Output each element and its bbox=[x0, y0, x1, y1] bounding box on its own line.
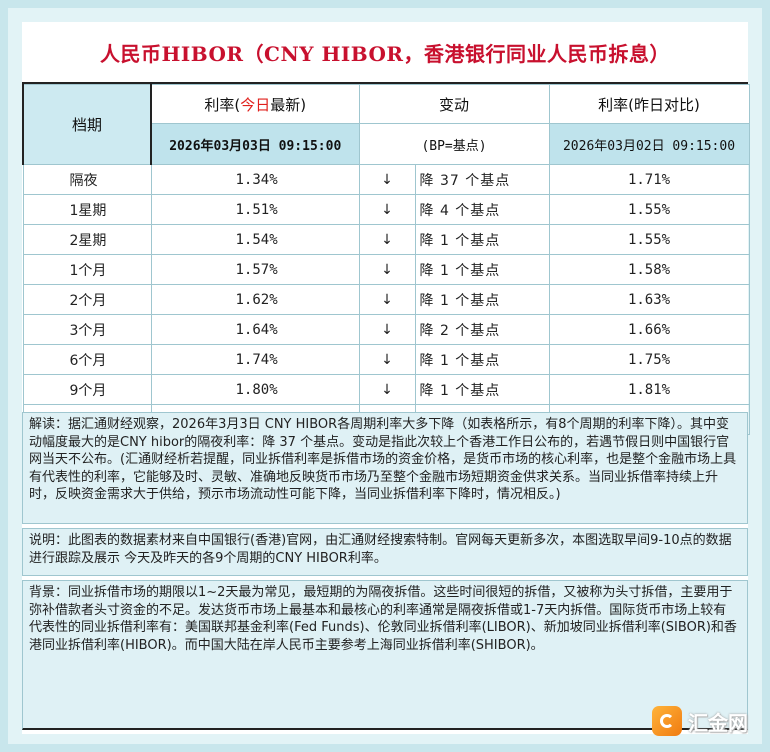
header-rate-prev: 利率(昨日对比) bbox=[548, 84, 750, 124]
change-cell: 降 1 个基点 bbox=[414, 254, 550, 285]
table-row: 6个月 1.74% ↓ 降 1 个基点 1.75% bbox=[22, 344, 750, 375]
source-note: 说明：此图表的数据素材来自中国银行(香港)官网，由汇通财经搜索特制。官网每天更新… bbox=[22, 528, 748, 576]
prev-rate-cell: 1.58% bbox=[548, 254, 750, 285]
logo-text: 汇金网 bbox=[688, 710, 748, 735]
rate-cell: 1.80% bbox=[150, 374, 360, 405]
change-cell: 降 4 个基点 bbox=[414, 194, 550, 225]
table-row: 9个月 1.80% ↓ 降 1 个基点 1.81% bbox=[22, 374, 750, 405]
content-panel: 人民币HIBOR（CNY HIBOR，香港银行同业人民币拆息） 档期 利率(今日… bbox=[22, 22, 750, 734]
page-title: 人民币HIBOR（CNY HIBOR，香港银行同业人民币拆息） bbox=[99, 41, 671, 66]
header-rate-today: 利率(今日最新) bbox=[150, 84, 360, 124]
header-rate-highlight: 今日 bbox=[240, 95, 271, 114]
rate-cell: 1.74% bbox=[150, 344, 360, 375]
rate-cell: 1.64% bbox=[150, 314, 360, 345]
header-rate-suffix: 最新) bbox=[270, 95, 307, 114]
change-cell: 降 1 个基点 bbox=[414, 284, 550, 315]
rate-cell: 1.57% bbox=[150, 254, 360, 285]
table-row: 1个月 1.57% ↓ 降 1 个基点 1.58% bbox=[22, 254, 750, 285]
down-arrow-icon: ↓ bbox=[358, 344, 416, 375]
down-arrow-icon: ↓ bbox=[358, 374, 416, 405]
header-rate-prefix: 利率( bbox=[204, 95, 241, 114]
header-prev-time: 2026年03月02日 09:15:00 bbox=[548, 123, 750, 165]
rate-cell: 1.34% bbox=[150, 164, 360, 195]
period-cell: 3个月 bbox=[22, 314, 152, 345]
table-row: 隔夜 1.34% ↓ 降 37 个基点 1.71% bbox=[22, 164, 750, 195]
analysis-note: 解读：据汇通财经观察，2026年3月3日 CNY HIBOR各周期利率大多下降（… bbox=[22, 412, 748, 524]
table-row: 2个月 1.62% ↓ 降 1 个基点 1.63% bbox=[22, 284, 750, 315]
logo-icon bbox=[652, 706, 682, 736]
header-period: 档期 bbox=[22, 84, 152, 165]
change-cell: 降 37 个基点 bbox=[414, 164, 550, 195]
down-arrow-icon: ↓ bbox=[358, 284, 416, 315]
prev-rate-cell: 1.75% bbox=[548, 344, 750, 375]
change-cell: 降 1 个基点 bbox=[414, 374, 550, 405]
period-cell: 9个月 bbox=[22, 374, 152, 405]
change-cell: 降 1 个基点 bbox=[414, 224, 550, 255]
background-note: 背景：同业拆借市场的期限以1~2天最为常见，最短期的为隔夜拆借。这些时间很短的拆… bbox=[22, 580, 748, 730]
change-cell: 降 1 个基点 bbox=[414, 344, 550, 375]
table-row: 1星期 1.51% ↓ 降 4 个基点 1.55% bbox=[22, 194, 750, 225]
period-cell: 1个月 bbox=[22, 254, 152, 285]
change-cell: 降 2 个基点 bbox=[414, 314, 550, 345]
header-change: 变动 bbox=[358, 84, 550, 124]
down-arrow-icon: ↓ bbox=[358, 194, 416, 225]
prev-rate-cell: 1.66% bbox=[548, 314, 750, 345]
rates-table: 档期 利率(今日最新) 变动 利率(昨日对比) 2026年03月03日 09:1… bbox=[22, 84, 750, 435]
rate-cell: 1.51% bbox=[150, 194, 360, 225]
period-cell: 2星期 bbox=[22, 224, 152, 255]
table-row: 3个月 1.64% ↓ 降 2 个基点 1.66% bbox=[22, 314, 750, 345]
prev-rate-cell: 1.55% bbox=[548, 224, 750, 255]
title-bar: 人民币HIBOR（CNY HIBOR，香港银行同业人民币拆息） bbox=[22, 22, 748, 84]
period-cell: 2个月 bbox=[22, 284, 152, 315]
rate-cell: 1.54% bbox=[150, 224, 360, 255]
header-change-unit: (BP=基点) bbox=[358, 123, 550, 165]
rate-cell: 1.62% bbox=[150, 284, 360, 315]
table-row: 2星期 1.54% ↓ 降 1 个基点 1.55% bbox=[22, 224, 750, 255]
header-today-time: 2026年03月03日 09:15:00 bbox=[150, 123, 360, 165]
down-arrow-icon: ↓ bbox=[358, 164, 416, 195]
period-cell: 1星期 bbox=[22, 194, 152, 225]
period-cell: 隔夜 bbox=[22, 164, 152, 195]
brand-logo: 汇金网 bbox=[652, 704, 760, 738]
down-arrow-icon: ↓ bbox=[358, 314, 416, 345]
prev-rate-cell: 1.71% bbox=[548, 164, 750, 195]
prev-rate-cell: 1.81% bbox=[548, 374, 750, 405]
down-arrow-icon: ↓ bbox=[358, 254, 416, 285]
prev-rate-cell: 1.55% bbox=[548, 194, 750, 225]
down-arrow-icon: ↓ bbox=[358, 224, 416, 255]
period-cell: 6个月 bbox=[22, 344, 152, 375]
prev-rate-cell: 1.63% bbox=[548, 284, 750, 315]
